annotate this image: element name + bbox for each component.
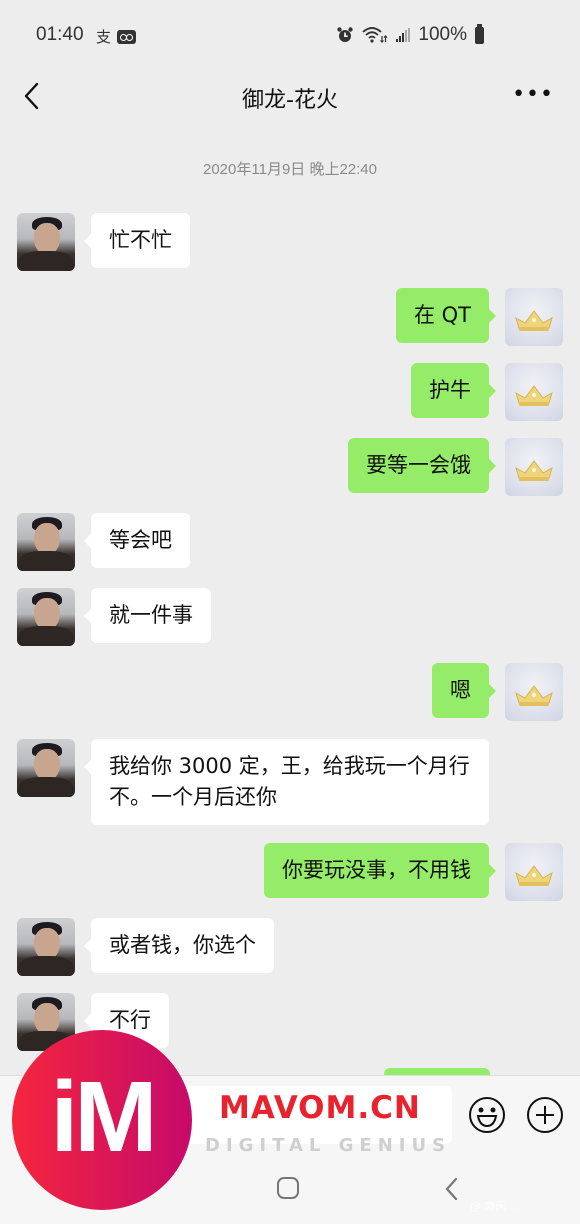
my-avatar[interactable] bbox=[505, 843, 563, 901]
message-row: 就一件事 bbox=[17, 588, 211, 646]
plus-icon[interactable] bbox=[526, 1096, 564, 1134]
watermark-tagline: DIGITAL GENIUS bbox=[205, 1135, 452, 1156]
more-options-button[interactable]: ••• bbox=[512, 82, 554, 107]
message-row: 忙不忙 bbox=[17, 213, 190, 271]
friend-avatar[interactable] bbox=[17, 588, 75, 646]
wifi-icon bbox=[362, 27, 388, 43]
my-avatar[interactable] bbox=[505, 288, 563, 346]
status-bar: 01:40 支 100% bbox=[0, 0, 580, 70]
status-right-icons: 100% bbox=[336, 23, 484, 46]
signal-icon bbox=[396, 28, 411, 42]
my-avatar[interactable] bbox=[505, 663, 563, 721]
message-bubble[interactable]: 要等一会饿 bbox=[348, 438, 496, 493]
crown-icon bbox=[515, 460, 553, 481]
message-bubble[interactable]: 你要玩没事，不用钱 bbox=[264, 843, 496, 898]
chat-title: 御龙-花火 bbox=[242, 88, 338, 113]
my-avatar[interactable] bbox=[505, 438, 563, 496]
message-row: 我给你 3000 定，王，给我玩一个月行不。一个月后还你 bbox=[17, 739, 489, 825]
message-row: 等会吧 bbox=[17, 513, 190, 571]
crown-icon bbox=[515, 685, 553, 706]
battery-icon bbox=[475, 23, 484, 44]
status-left-icons: 支 bbox=[96, 26, 137, 47]
alarm-icon bbox=[337, 27, 354, 42]
status-time: 01:40 bbox=[36, 24, 84, 45]
battery-percent: 100% bbox=[418, 24, 467, 45]
back-icon[interactable] bbox=[440, 1175, 464, 1203]
crown-icon bbox=[515, 310, 553, 331]
home-icon[interactable] bbox=[277, 1177, 299, 1199]
message-bubble[interactable]: 嗯 bbox=[432, 663, 496, 718]
chat-header: 御龙-花火 ••• bbox=[0, 70, 580, 126]
message-bubble[interactable]: 在 QT bbox=[395, 288, 497, 343]
message-bubble[interactable]: 就一件事 bbox=[84, 588, 211, 643]
watermark-logo-text: iM bbox=[50, 1061, 157, 1173]
friend-avatar[interactable] bbox=[17, 213, 75, 271]
message-row: 要等一会饿 bbox=[348, 438, 563, 496]
message-row: 你要玩没事，不用钱 bbox=[264, 843, 563, 901]
message-row: 护牛 bbox=[411, 363, 563, 421]
message-row: 嗯 bbox=[432, 663, 563, 721]
friend-avatar[interactable] bbox=[17, 513, 75, 571]
crown-icon bbox=[515, 385, 553, 406]
my-avatar[interactable] bbox=[505, 363, 563, 421]
message-bubble[interactable]: 等会吧 bbox=[84, 513, 190, 568]
message-bubble[interactable]: 护牛 bbox=[411, 363, 496, 418]
message-row: 在 QT bbox=[395, 288, 563, 346]
emoji-icon[interactable] bbox=[468, 1096, 506, 1134]
friend-avatar[interactable] bbox=[17, 918, 75, 976]
watermark-corner: @ 静闲... bbox=[470, 1200, 517, 1213]
message-bubble[interactable]: 忙不忙 bbox=[84, 213, 190, 268]
message-timestamp: 2020年11月9日 晚上22:40 bbox=[203, 161, 377, 178]
friend-avatar[interactable] bbox=[17, 739, 75, 797]
watermark-logo: iM bbox=[12, 1030, 192, 1210]
voicemail-icon bbox=[117, 29, 137, 44]
alipay-icon: 支 bbox=[96, 28, 112, 46]
message-bubble[interactable]: 我给你 3000 定，王，给我玩一个月行不。一个月后还你 bbox=[84, 739, 489, 825]
crown-icon bbox=[515, 865, 553, 886]
watermark-brand: MAVOM.CN bbox=[219, 1090, 421, 1126]
message-bubble[interactable]: 或者钱，你选个 bbox=[84, 918, 274, 973]
message-row: 或者钱，你选个 bbox=[17, 918, 274, 976]
